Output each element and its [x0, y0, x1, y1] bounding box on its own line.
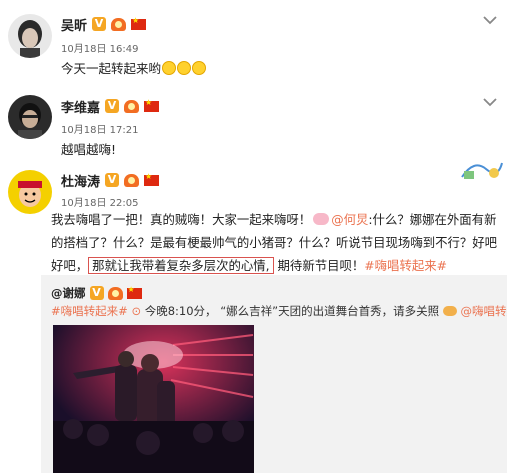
stage-photo[interactable] — [53, 325, 254, 473]
username[interactable]: 杜海涛 — [61, 171, 100, 190]
repost-username[interactable]: @谢娜 — [51, 285, 86, 301]
chevron-down-icon[interactable] — [483, 92, 497, 107]
verified-icon: V — [105, 99, 120, 113]
verified-icon: V — [105, 173, 120, 187]
avatar[interactable] — [8, 14, 52, 58]
china-flag-icon — [144, 98, 160, 112]
repost-time-text: 今晚8:10分， — [144, 304, 217, 318]
verified-icon: V — [92, 17, 107, 31]
decorative-sticker — [458, 155, 504, 183]
level-crown-icon — [107, 286, 123, 300]
verified-icon: V — [89, 286, 104, 300]
mention-link[interactable]: @嗨唱转起来 — [460, 304, 507, 318]
repost-text: #嗨唱转起来# ⊙ 今晚8:10分， “娜么吉祥”天团的出道舞台首秀，请多关照 … — [51, 303, 507, 319]
name-row: 杜海涛 V — [61, 170, 160, 190]
post-time[interactable]: 10月18日 22:05 — [61, 194, 138, 209]
post-text: 越唱越嗨! — [61, 142, 117, 157]
avatar[interactable] — [8, 170, 52, 214]
repost-author-row: @谢娜 V — [51, 285, 142, 301]
chevron-down-icon[interactable] — [483, 10, 497, 25]
china-flag-icon — [144, 172, 160, 186]
hashtag-link[interactable]: #嗨唱转起来# — [51, 304, 128, 318]
highlighted-text: 那就让我带着复杂多层次的心情, — [88, 257, 274, 274]
level-crown-icon — [124, 99, 140, 113]
post-text: 今天一起转起来哟 — [61, 58, 207, 77]
username[interactable]: 吴昕 — [61, 15, 87, 34]
level-crown-icon — [111, 17, 127, 31]
mention-link[interactable]: @何炅 — [331, 212, 368, 227]
emoji-icon — [177, 61, 192, 75]
reposted-weibo[interactable]: @谢娜 V #嗨唱转起来# ⊙ 今晚8:10分， “娜么吉祥”天团的出道舞台首秀… — [41, 275, 507, 473]
username[interactable]: 李维嘉 — [61, 97, 100, 116]
emoji-icon — [192, 61, 207, 75]
clap-emoji-icon — [442, 306, 457, 316]
post-text-segment: 我去嗨唱了一把！真的贼嗨！大家一起来嗨呀！ — [51, 212, 312, 227]
post-time[interactable]: 10月18日 16:49 — [61, 40, 138, 55]
post-time[interactable]: 10月18日 17:21 — [61, 121, 138, 136]
post-body: 我去嗨唱了一把！真的贼嗨！大家一起来嗨呀！ @何炅:什么？娜娜在外面有新的搭档了？… — [51, 208, 503, 277]
name-row: 吴昕 V — [61, 14, 147, 34]
post-text-content: 今天一起转起来哟 — [61, 61, 162, 76]
level-crown-icon — [124, 173, 140, 187]
repost-quote: “娜么吉祥”天团的出道舞台首秀，请多关照 — [220, 304, 440, 318]
china-flag-icon — [126, 285, 142, 299]
pig-emoji-icon — [313, 213, 330, 225]
post-text-segment: 期待新节目呗！ — [277, 258, 365, 273]
play-icon: ⊙ — [131, 304, 142, 318]
emoji-icon — [162, 61, 177, 75]
china-flag-icon — [131, 16, 147, 30]
avatar[interactable] — [8, 95, 52, 139]
hashtag-link[interactable]: #嗨唱转起来# — [364, 258, 447, 273]
name-row: 李维嘉 V — [61, 96, 160, 116]
